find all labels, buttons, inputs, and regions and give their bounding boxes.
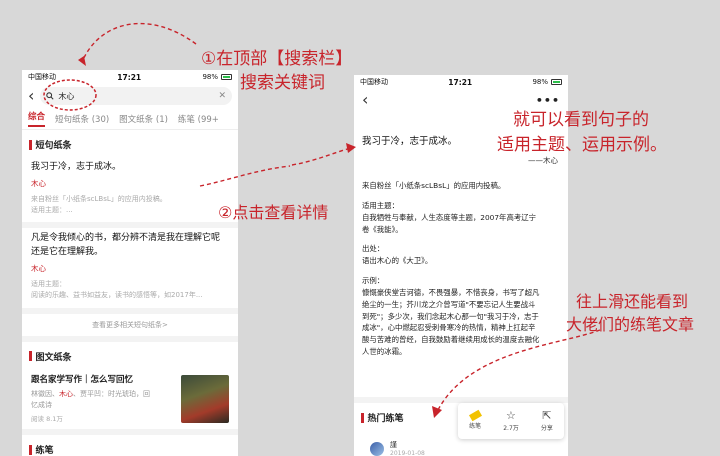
annotation-result-line2: 适用主题、运用示例。 [497,135,667,155]
annotation-step1-line2: 搜索关键词 [240,73,325,93]
annotation-result-line1: 就可以看到句子的 [513,110,649,130]
annotation-arrows [43,22,601,418]
annotation-scroll-line2: 大佬们的练笔文章 [566,315,695,334]
annotation-step2: ②点击查看详情 [218,203,329,222]
arrow-to-detail [291,147,353,166]
highlight-circle [43,79,97,111]
annotation-scroll-line1: 往上滑还能看到 [576,292,689,311]
arrow-to-detail-source [199,165,291,187]
annotation-step1-line1: ①在顶部【搜索栏】 [201,49,353,69]
arrow-to-hot-practice [437,329,601,411]
arrow-head-hot [432,406,442,418]
arrow-head-detail [346,143,356,153]
arrow-to-search [81,22,197,63]
